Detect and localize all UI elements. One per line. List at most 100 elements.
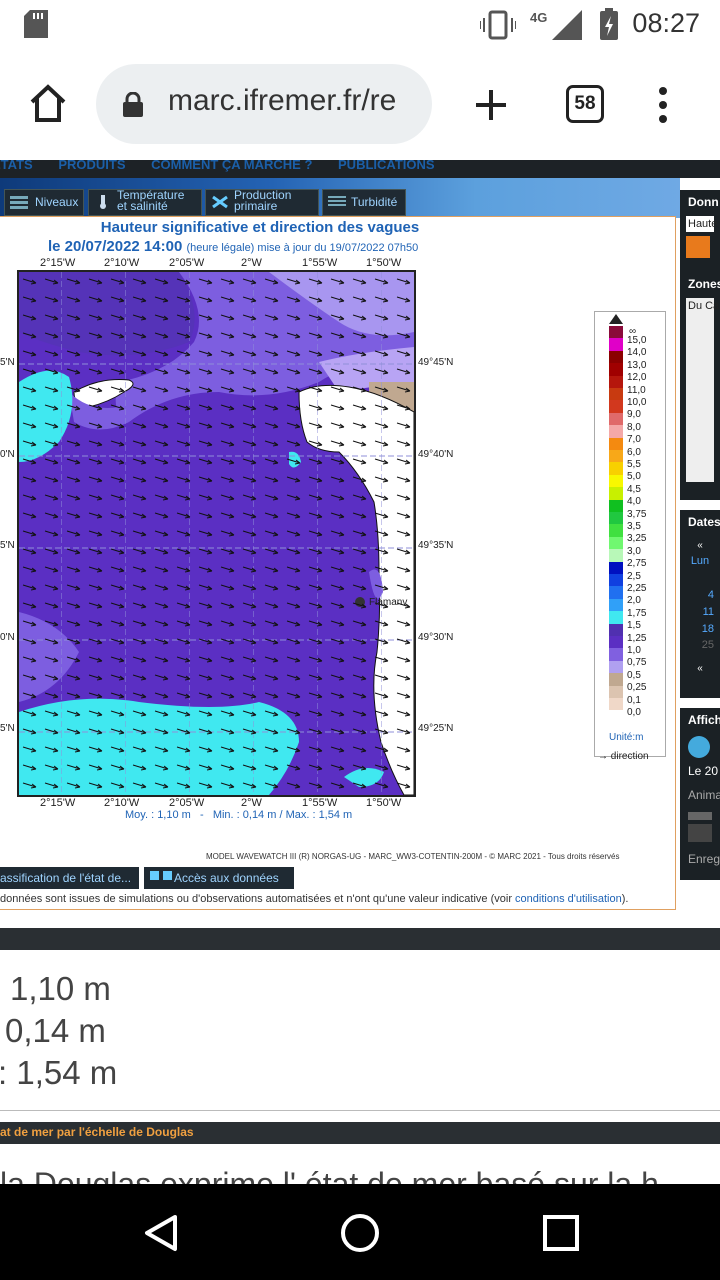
levels-icon bbox=[10, 196, 28, 209]
calendar-day[interactable]: 11 bbox=[680, 606, 720, 618]
legend-label: 5,0 bbox=[627, 471, 641, 483]
recents-icon[interactable] bbox=[543, 1215, 579, 1251]
parameter-select[interactable]: Haute bbox=[686, 216, 717, 232]
sidebar-heading: Donn bbox=[688, 195, 719, 209]
classification-button[interactable]: assification de l'état de... bbox=[0, 867, 139, 889]
nav-etats[interactable]: ÉTATS bbox=[0, 160, 33, 172]
lat-label-left: 5'N bbox=[0, 540, 15, 551]
lon-label: 2°15'W bbox=[40, 257, 76, 269]
calendar-day[interactable]: 18 bbox=[680, 623, 720, 635]
right-sidebar: Donn Haute Zones Du Ca Dates « Lun 4 11 … bbox=[680, 190, 720, 880]
legend-label: 7,0 bbox=[627, 434, 641, 446]
lon-label: 2°W bbox=[241, 257, 262, 269]
legend-swatch bbox=[609, 338, 623, 351]
legend-label: 1,75 bbox=[627, 607, 647, 619]
nav-comment[interactable]: COMMENT ÇA MARCHE ? bbox=[151, 160, 312, 172]
url-text: marc.ifremer.fr/re bbox=[168, 84, 397, 117]
prev-month[interactable]: « bbox=[680, 540, 720, 551]
prev-year[interactable]: « bbox=[680, 663, 720, 674]
plankton-icon bbox=[212, 195, 228, 209]
sd-card-icon bbox=[24, 10, 48, 38]
legend-label: 3,75 bbox=[627, 508, 647, 520]
stat-mean: 1,10 m bbox=[10, 970, 111, 1007]
battery-icon bbox=[600, 8, 618, 40]
legend-swatch bbox=[609, 685, 623, 698]
legend-swatch bbox=[609, 574, 623, 587]
android-nav-bar bbox=[0, 1184, 720, 1280]
home-icon[interactable] bbox=[28, 84, 68, 124]
parameter-icon[interactable] bbox=[686, 236, 710, 258]
color-legend: ∞ 15,0 14,0 13,0 12,0 11,0 10,0 9,0 8,0 7,0 6,0 5,… bbox=[594, 311, 666, 762]
lon-label: 1°55'W bbox=[302, 257, 338, 269]
calendar-day[interactable]: 25 bbox=[680, 639, 720, 651]
legend-swatch bbox=[609, 660, 623, 674]
zone-list[interactable]: Du Ca bbox=[686, 298, 719, 482]
legend-swatch bbox=[609, 350, 623, 364]
legend-label: 2,5 bbox=[627, 570, 641, 582]
lon-label: 2°W bbox=[241, 797, 262, 809]
tab-niveaux[interactable]: Niveaux bbox=[4, 189, 84, 216]
legend-label: 2,0 bbox=[627, 595, 641, 607]
legend-label: 13,0 bbox=[627, 359, 647, 371]
lock-icon bbox=[123, 92, 143, 117]
zoom-in-icon[interactable] bbox=[688, 736, 710, 758]
signal-icon bbox=[552, 10, 582, 40]
status-bar: 4G 08:27 bbox=[0, 0, 720, 50]
lon-label: 2°05'W bbox=[169, 797, 205, 809]
tab-production[interactable]: Production primaire bbox=[205, 189, 319, 216]
animation-slider[interactable] bbox=[688, 812, 712, 820]
menu-icon[interactable] bbox=[656, 86, 670, 124]
lon-label: 2°05'W bbox=[169, 257, 205, 269]
legend-arrow bbox=[609, 314, 623, 324]
legend-swatch bbox=[609, 673, 623, 686]
address-bar[interactable]: marc.ifremer.fr/re bbox=[96, 64, 432, 144]
legend-swatch bbox=[609, 425, 623, 438]
sidebar-heading: Zones bbox=[688, 277, 720, 291]
legend-label: 1,0 bbox=[627, 645, 641, 656]
douglas-title: at de mer par l'échelle de Douglas bbox=[0, 1125, 194, 1139]
legend-label: 9,0 bbox=[627, 409, 641, 421]
legend-swatch bbox=[609, 598, 623, 612]
lon-label: 1°55'W bbox=[302, 797, 338, 809]
legend-label: 4,5 bbox=[627, 483, 641, 495]
new-tab-icon[interactable] bbox=[474, 88, 508, 122]
nav-produits[interactable]: PRODUITS bbox=[58, 160, 125, 172]
network-type: 4G bbox=[530, 10, 548, 25]
data-access-button[interactable]: Accès aux données bbox=[144, 867, 294, 889]
legend-label: 0,0 bbox=[627, 707, 641, 718]
tab-turbidite[interactable]: Turbidité bbox=[322, 189, 406, 216]
legend-label: 3,0 bbox=[627, 545, 641, 557]
legend-swatch bbox=[609, 499, 623, 512]
sidebar-dates-box: Dates « Lun 4 11 18 25 « bbox=[680, 510, 720, 698]
model-credit: MODEL WAVEWATCH III (R) NORGAS-UG - MARC… bbox=[206, 852, 620, 861]
back-icon[interactable] bbox=[142, 1214, 180, 1252]
animation-controls[interactable] bbox=[688, 824, 712, 842]
legend-swatch bbox=[609, 375, 623, 388]
sidebar-data-box: Donn Haute Zones Du Ca bbox=[680, 190, 720, 500]
legend-swatch bbox=[609, 326, 623, 339]
legend-label: 1,25 bbox=[627, 632, 647, 644]
vibrate-icon bbox=[480, 10, 516, 40]
sidebar-display-box: Affich Le 20 Anima Enreg bbox=[680, 708, 720, 880]
tab-switcher-button[interactable]: 58 bbox=[566, 85, 604, 123]
legend-swatch bbox=[609, 388, 623, 401]
legend-direction: → direction bbox=[598, 751, 649, 762]
tab-label: Niveaux bbox=[35, 195, 79, 209]
legend-swatch bbox=[609, 462, 623, 475]
nav-publications[interactable]: PUBLICATIONS bbox=[338, 160, 435, 172]
wave-height-map[interactable]: Flamanv bbox=[17, 270, 416, 797]
legend-label: 14,0 bbox=[627, 347, 647, 359]
home-nav-icon[interactable] bbox=[340, 1213, 380, 1253]
tab-temperature[interactable]: Température et salinité bbox=[88, 189, 202, 216]
section-separator bbox=[0, 928, 720, 950]
sidebar-heading: Affich bbox=[688, 713, 720, 727]
disclaimer: données sont issues de simulations ou d'… bbox=[0, 893, 629, 905]
calendar-day[interactable]: 4 bbox=[680, 589, 720, 601]
legend-swatch bbox=[609, 698, 623, 711]
conditions-link[interactable]: conditions d'utilisation bbox=[515, 893, 622, 905]
legend-label: 1,5 bbox=[627, 620, 641, 632]
stats-panel: 1,10 m 0,14 m : 1,54 m bbox=[0, 950, 720, 1111]
thermometer-icon bbox=[100, 195, 106, 209]
place-label: Flamanv bbox=[369, 597, 408, 608]
browser-toolbar: marc.ifremer.fr/re 58 bbox=[0, 50, 720, 160]
